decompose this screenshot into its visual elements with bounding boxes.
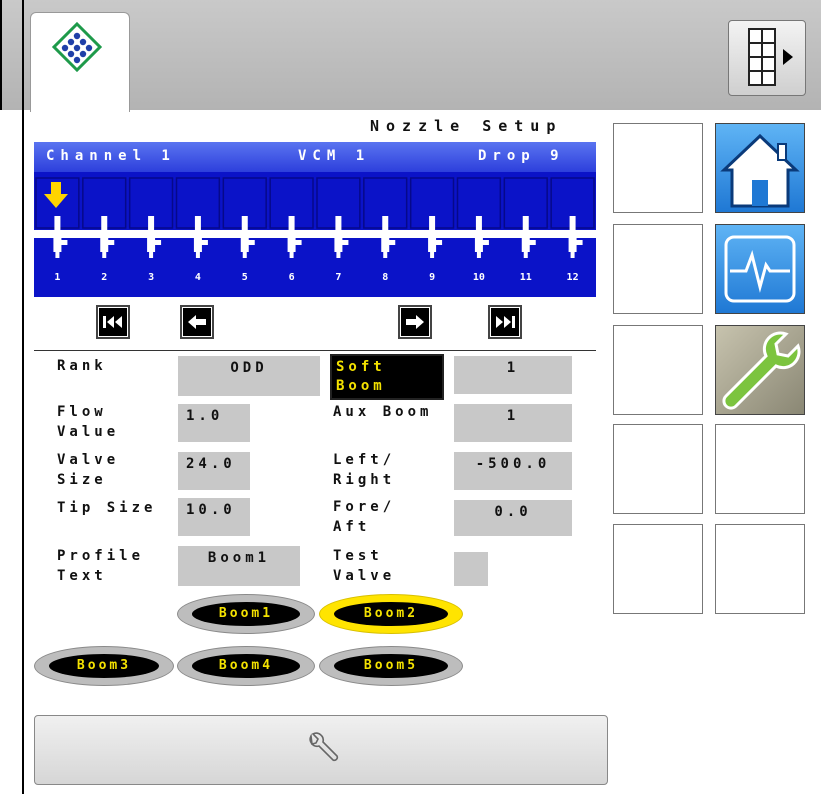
left-right-field[interactable]: -500.0 [454, 452, 572, 490]
fore-aft-label: Fore/ Aft [333, 499, 396, 535]
profile-text-field[interactable]: Boom1 [178, 546, 300, 586]
nozzle-strip[interactable]: 1 2 3 4 5 6 7 8 9 10 11 12 [34, 172, 596, 297]
left-right-label: Left/ Right [333, 452, 396, 488]
grid-menu-icon [748, 28, 793, 86]
boom5-button[interactable]: Boom5 [319, 646, 463, 686]
boom4-button[interactable]: Boom4 [177, 646, 315, 686]
test-valve-label: Test Valve [333, 548, 396, 584]
soft-boom-label[interactable]: Soft Boom [330, 354, 444, 400]
boom3-button[interactable]: Boom3 [34, 646, 174, 686]
arrow-left-icon [188, 315, 206, 329]
rank-field[interactable]: ODD [178, 356, 320, 396]
flow-value-label: Flow Value [57, 404, 120, 440]
diamond-logo-icon [51, 21, 103, 73]
wrench-outline-icon [309, 732, 339, 762]
nozzle-number: 3 [148, 272, 154, 283]
side-slot-1[interactable] [613, 123, 703, 213]
skip-last-icon [496, 316, 515, 328]
home-icon [720, 133, 800, 208]
side-slot-4[interactable] [613, 424, 703, 514]
flow-value-field[interactable]: 1.0 [178, 404, 250, 442]
vcm-label: VCM 1 [298, 148, 371, 164]
nozzle-number: 12 [567, 272, 579, 283]
pulse-icon [724, 235, 796, 303]
next-nozzle-button[interactable] [398, 305, 432, 339]
divider [34, 350, 596, 351]
previous-nozzle-button[interactable] [180, 305, 214, 339]
left-border [22, 0, 24, 794]
valve-size-label: Valve Size [57, 452, 120, 488]
channel-label: Channel 1 [46, 148, 176, 164]
selected-nozzle-arrow-icon [44, 182, 68, 208]
valve-size-field[interactable]: 24.0 [178, 452, 250, 490]
tip-size-label: Tip Size [57, 500, 157, 516]
side-slot-3[interactable] [613, 325, 703, 415]
nozzle-number: 4 [195, 272, 201, 283]
profile-text-label: Profile Text [57, 548, 145, 584]
nozzle-number: 11 [520, 272, 532, 283]
page-title: Nozzle Setup [370, 117, 563, 135]
boom2-button[interactable]: Boom2 [319, 594, 463, 634]
last-nozzle-button[interactable] [488, 305, 522, 339]
nozzle-number: 5 [242, 272, 248, 283]
arrow-right-icon [406, 315, 424, 329]
nozzle-number: 10 [473, 272, 485, 283]
aux-boom-label: Aux Boom [333, 404, 433, 420]
setup-button[interactable] [715, 325, 805, 415]
nozzle-number: 1 [54, 272, 60, 283]
test-valve-toggle[interactable] [454, 552, 488, 586]
aux-boom-field[interactable]: 1 [454, 404, 572, 442]
first-nozzle-button[interactable] [96, 305, 130, 339]
side-slot-5[interactable] [715, 424, 805, 514]
tools-button[interactable] [34, 715, 608, 785]
side-slot-7[interactable] [715, 524, 805, 614]
home-button[interactable] [715, 123, 805, 213]
drop-label: Drop 9 [478, 148, 565, 164]
nozzle-number: 7 [335, 272, 341, 283]
nozzle-number: 2 [101, 272, 107, 283]
side-slot-2[interactable] [613, 224, 703, 314]
rank-label: Rank [57, 358, 107, 374]
nozzle-number: 8 [382, 272, 388, 283]
fore-aft-field[interactable]: 0.0 [454, 500, 572, 536]
skip-first-icon [103, 316, 122, 328]
nozzle-number: 6 [289, 272, 295, 283]
grid-menu-button[interactable] [728, 20, 806, 96]
nozzle-number: 9 [429, 272, 435, 283]
boom1-button[interactable]: Boom1 [177, 594, 315, 634]
side-slot-6[interactable] [613, 524, 703, 614]
wrench-icon [722, 331, 801, 410]
tip-size-field[interactable]: 10.0 [178, 498, 250, 536]
diagnostics-button[interactable] [715, 224, 805, 314]
soft-boom-field[interactable]: 1 [454, 356, 572, 394]
